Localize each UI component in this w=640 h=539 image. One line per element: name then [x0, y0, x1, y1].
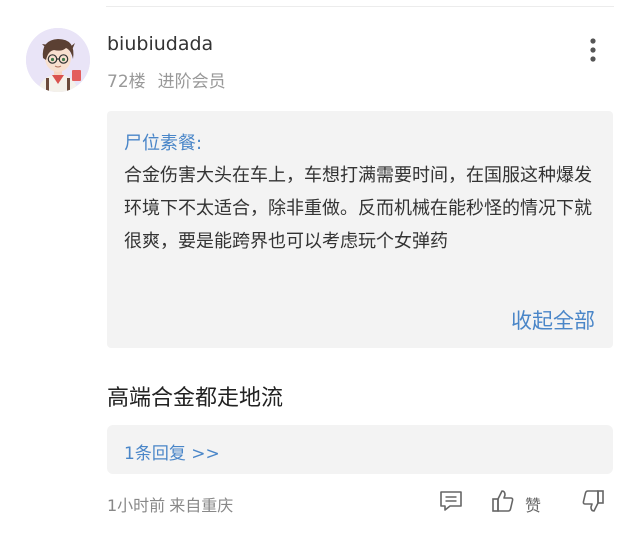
comment-text: 高端合金都走地流	[107, 386, 284, 411]
quote-author[interactable]: 尸位素餐:	[124, 129, 202, 155]
quoted-reply: 尸位素餐: 合金伤害大头在车上，车想打满需要时间，在国服这种爆发环境下不太适合，…	[107, 111, 613, 348]
quote-text: 合金伤害大头在车上，车想打满需要时间，在国服这种爆发环境下不太适合，除非重做。反…	[124, 165, 592, 252]
view-replies-link[interactable]: 1条回复 >>	[124, 439, 220, 464]
more-vertical-icon[interactable]	[582, 36, 604, 66]
user-level: 进阶会员	[157, 72, 226, 92]
post-time: 1小时前	[107, 496, 166, 515]
user-meta: 72楼 进阶会员	[107, 67, 226, 92]
avatar[interactable]	[26, 28, 90, 92]
post-location: 来自重庆	[169, 496, 234, 515]
collapse-all-link[interactable]: 收起全部	[511, 305, 595, 335]
top-divider	[106, 6, 614, 7]
username[interactable]: biubiudada	[107, 33, 213, 55]
floor-number: 72楼	[107, 72, 146, 92]
thumbs-down-icon[interactable]	[580, 488, 606, 518]
like-label[interactable]: 赞	[525, 492, 541, 516]
comment-icon[interactable]	[438, 488, 464, 518]
replies-box[interactable]: 1条回复 >>	[107, 425, 613, 474]
post-info: 1小时前 来自重庆	[107, 492, 233, 516]
thumbs-up-icon[interactable]	[490, 488, 516, 518]
avatar-image	[26, 28, 90, 92]
